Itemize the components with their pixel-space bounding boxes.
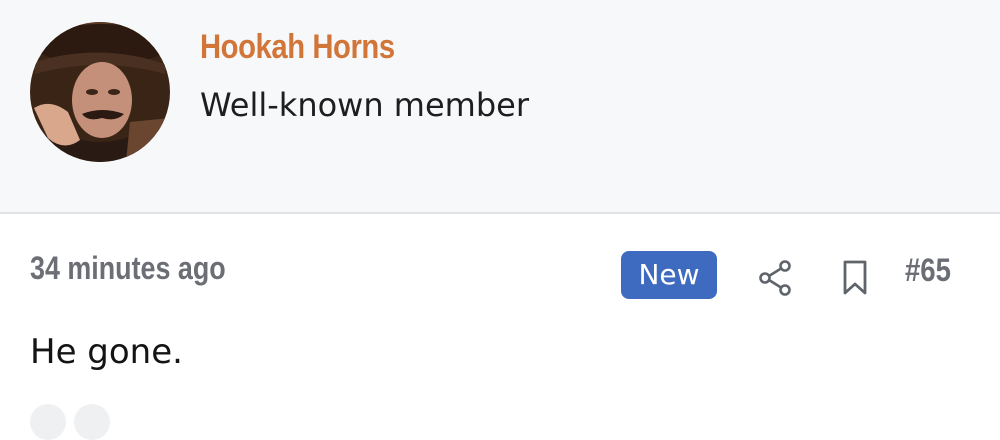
post-body: He gone.: [30, 332, 183, 372]
new-badge: New: [621, 251, 717, 299]
post-number-link[interactable]: #65: [905, 252, 951, 289]
post-meta: 34 minutes ago New #65: [0, 214, 1000, 324]
user-title: Well-known member: [200, 86, 529, 124]
avatar-image: [30, 22, 170, 162]
reaction-bubble: [30, 404, 66, 440]
bookmark-icon: [843, 260, 867, 295]
reaction-bubble: [74, 404, 110, 440]
post-timestamp[interactable]: 34 minutes ago: [30, 250, 226, 287]
share-button[interactable]: [756, 258, 796, 298]
bookmark-button[interactable]: [838, 258, 872, 298]
avatar[interactable]: [30, 22, 170, 162]
username-link[interactable]: Hookah Horns: [200, 28, 395, 67]
reaction-bar: [30, 404, 120, 440]
user-header: Hookah Horns Well-known member: [0, 0, 1000, 214]
share-icon: [759, 260, 791, 296]
